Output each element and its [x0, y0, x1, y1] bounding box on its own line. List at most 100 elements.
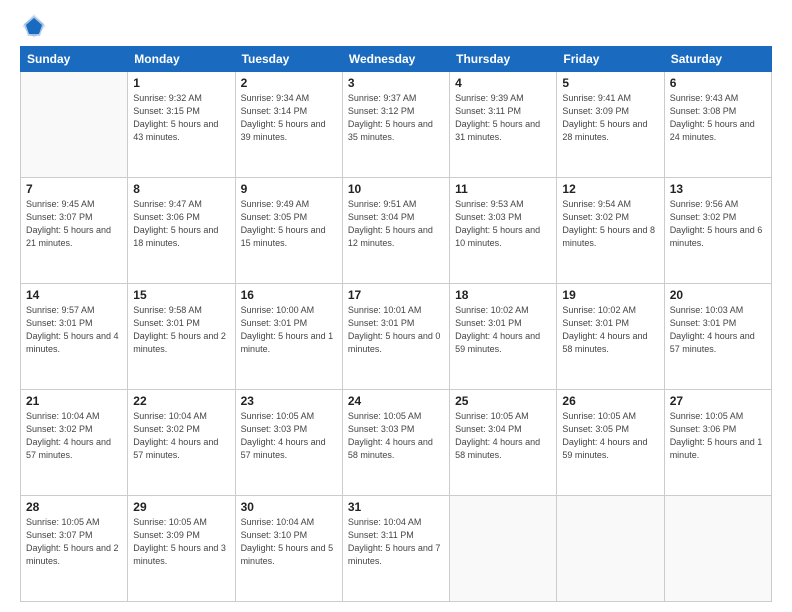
- day-info: Sunrise: 9:39 AM Sunset: 3:11 PM Dayligh…: [455, 92, 551, 144]
- calendar-cell: 13Sunrise: 9:56 AM Sunset: 3:02 PM Dayli…: [664, 178, 771, 284]
- day-info: Sunrise: 10:03 AM Sunset: 3:01 PM Daylig…: [670, 304, 766, 356]
- day-info: Sunrise: 9:49 AM Sunset: 3:05 PM Dayligh…: [241, 198, 337, 250]
- day-info: Sunrise: 10:00 AM Sunset: 3:01 PM Daylig…: [241, 304, 337, 356]
- calendar-cell: 22 Sunrise: 10:04 AM Sunset: 3:02 PM Dayl…: [128, 390, 235, 496]
- day-info: Sunrise: 10:05 AM Sunset: 3:04 PM Daylig…: [455, 410, 551, 462]
- calendar-cell: 5 Sunrise: 9:41 AM Sunset: 3:09 PM Daylig…: [557, 72, 664, 178]
- calendar-cell: 1Sunrise: 9:32 AM Sunset: 3:15 PM Daylig…: [128, 72, 235, 178]
- day-number: 28: [26, 500, 122, 514]
- day-info: Sunrise: 10:05 AM Sunset: 3:06 PM Daylig…: [670, 410, 766, 462]
- day-number: 5: [562, 76, 658, 90]
- logo-icon: [20, 12, 48, 40]
- day-number: 1: [133, 76, 229, 90]
- day-info: Sunrise: 10:05 AM Sunset: 3:05 PM Daylig…: [562, 410, 658, 462]
- logo: [20, 16, 50, 40]
- day-number: 22: [133, 394, 229, 408]
- day-info: Sunrise: 10:05 AM Sunset: 3:03 PM Daylig…: [348, 410, 444, 462]
- day-number: 16: [241, 288, 337, 302]
- calendar-cell: 3Sunrise: 9:37 AM Sunset: 3:12 PM Daylig…: [342, 72, 449, 178]
- day-info: Sunrise: 10:04 AM Sunset: 3:10 PM Daylig…: [241, 516, 337, 568]
- day-info: Sunrise: 9:57 AM Sunset: 3:01 PM Dayligh…: [26, 304, 122, 356]
- calendar-cell: 9 Sunrise: 9:49 AM Sunset: 3:05 PM Daylig…: [235, 178, 342, 284]
- page: SundayMondayTuesdayWednesdayThursdayFrid…: [0, 0, 792, 612]
- day-number: 15: [133, 288, 229, 302]
- day-info: Sunrise: 9:53 AM Sunset: 3:03 PM Dayligh…: [455, 198, 551, 250]
- day-info: Sunrise: 9:54 AM Sunset: 3:02 PM Dayligh…: [562, 198, 658, 250]
- day-number: 26: [562, 394, 658, 408]
- calendar-cell: 25Sunrise: 10:05 AM Sunset: 3:04 PM Dayl…: [450, 390, 557, 496]
- day-number: 27: [670, 394, 766, 408]
- calendar-cell: 17 Sunrise: 10:01 AM Sunset: 3:01 PM Dayl…: [342, 284, 449, 390]
- calendar-cell: 27 Sunrise: 10:05 AM Sunset: 3:06 PM Dayl…: [664, 390, 771, 496]
- day-number: 11: [455, 182, 551, 196]
- weekday-header-tuesday: Tuesday: [235, 47, 342, 72]
- day-info: Sunrise: 9:41 AM Sunset: 3:09 PM Dayligh…: [562, 92, 658, 144]
- weekday-header-saturday: Saturday: [664, 47, 771, 72]
- day-info: Sunrise: 9:45 AM Sunset: 3:07 PM Dayligh…: [26, 198, 122, 250]
- day-number: 6: [670, 76, 766, 90]
- calendar-cell: 2 Sunrise: 9:34 AM Sunset: 3:14 PM Daylig…: [235, 72, 342, 178]
- day-number: 14: [26, 288, 122, 302]
- day-info: Sunrise: 9:37 AM Sunset: 3:12 PM Dayligh…: [348, 92, 444, 144]
- day-info: Sunrise: 10:02 AM Sunset: 3:01 PM Daylig…: [562, 304, 658, 356]
- day-number: 29: [133, 500, 229, 514]
- calendar-cell: [557, 496, 664, 602]
- day-info: Sunrise: 9:51 AM Sunset: 3:04 PM Dayligh…: [348, 198, 444, 250]
- calendar: SundayMondayTuesdayWednesdayThursdayFrid…: [20, 46, 772, 602]
- calendar-cell: 23 Sunrise: 10:05 AM Sunset: 3:03 PM Dayl…: [235, 390, 342, 496]
- week-row-4: 28 Sunrise: 10:05 AM Sunset: 3:07 PM Dayl…: [21, 496, 772, 602]
- calendar-cell: 20 Sunrise: 10:03 AM Sunset: 3:01 PM Dayl…: [664, 284, 771, 390]
- calendar-cell: [664, 496, 771, 602]
- calendar-cell: 18 Sunrise: 10:02 AM Sunset: 3:01 PM Dayl…: [450, 284, 557, 390]
- day-number: 17: [348, 288, 444, 302]
- day-number: 9: [241, 182, 337, 196]
- calendar-cell: 7 Sunrise: 9:45 AM Sunset: 3:07 PM Daylig…: [21, 178, 128, 284]
- calendar-cell: 14 Sunrise: 9:57 AM Sunset: 3:01 PM Dayli…: [21, 284, 128, 390]
- calendar-cell: 8 Sunrise: 9:47 AM Sunset: 3:06 PM Daylig…: [128, 178, 235, 284]
- day-number: 30: [241, 500, 337, 514]
- day-number: 31: [348, 500, 444, 514]
- calendar-cell: 16 Sunrise: 10:00 AM Sunset: 3:01 PM Dayl…: [235, 284, 342, 390]
- calendar-cell: 6 Sunrise: 9:43 AM Sunset: 3:08 PM Daylig…: [664, 72, 771, 178]
- day-number: 4: [455, 76, 551, 90]
- day-number: 24: [348, 394, 444, 408]
- calendar-cell: 4 Sunrise: 9:39 AM Sunset: 3:11 PM Daylig…: [450, 72, 557, 178]
- day-number: 8: [133, 182, 229, 196]
- day-info: Sunrise: 10:02 AM Sunset: 3:01 PM Daylig…: [455, 304, 551, 356]
- weekday-header-friday: Friday: [557, 47, 664, 72]
- day-number: 7: [26, 182, 122, 196]
- day-info: Sunrise: 10:01 AM Sunset: 3:01 PM Daylig…: [348, 304, 444, 356]
- day-info: Sunrise: 10:05 AM Sunset: 3:07 PM Daylig…: [26, 516, 122, 568]
- calendar-cell: 30 Sunrise: 10:04 AM Sunset: 3:10 PM Dayl…: [235, 496, 342, 602]
- day-number: 21: [26, 394, 122, 408]
- day-info: Sunrise: 10:05 AM Sunset: 3:03 PM Daylig…: [241, 410, 337, 462]
- calendar-cell: 21Sunrise: 10:04 AM Sunset: 3:02 PM Dayl…: [21, 390, 128, 496]
- day-number: 12: [562, 182, 658, 196]
- calendar-cell: [450, 496, 557, 602]
- header: [20, 16, 772, 40]
- calendar-cell: 26 Sunrise: 10:05 AM Sunset: 3:05 PM Dayl…: [557, 390, 664, 496]
- week-row-3: 21 Sunrise: 10:04 AM Sunset: 3:02 PM Dayl…: [21, 390, 772, 496]
- calendar-cell: 28 Sunrise: 10:05 AM Sunset: 3:07 PM Dayl…: [21, 496, 128, 602]
- day-info: Sunrise: 9:34 AM Sunset: 3:14 PM Dayligh…: [241, 92, 337, 144]
- day-info: Sunrise: 9:56 AM Sunset: 3:02 PM Dayligh…: [670, 198, 766, 250]
- day-info: Sunrise: 10:04 AM Sunset: 3:02 PM Daylig…: [133, 410, 229, 462]
- day-info: Sunrise: 10:04 AM Sunset: 3:11 PM Daylig…: [348, 516, 444, 568]
- weekday-header-thursday: Thursday: [450, 47, 557, 72]
- calendar-cell: 12 Sunrise: 9:54 AM Sunset: 3:02 PM Dayli…: [557, 178, 664, 284]
- day-info: Sunrise: 9:43 AM Sunset: 3:08 PM Dayligh…: [670, 92, 766, 144]
- day-info: Sunrise: 9:58 AM Sunset: 3:01 PM Dayligh…: [133, 304, 229, 356]
- day-info: Sunrise: 9:47 AM Sunset: 3:06 PM Dayligh…: [133, 198, 229, 250]
- week-row-2: 14 Sunrise: 9:57 AM Sunset: 3:01 PM Dayli…: [21, 284, 772, 390]
- day-number: 2: [241, 76, 337, 90]
- week-row-0: 1Sunrise: 9:32 AM Sunset: 3:15 PM Daylig…: [21, 72, 772, 178]
- day-info: Sunrise: 10:05 AM Sunset: 3:09 PM Daylig…: [133, 516, 229, 568]
- calendar-cell: 31 Sunrise: 10:04 AM Sunset: 3:11 PM Dayl…: [342, 496, 449, 602]
- calendar-cell: 19Sunrise: 10:02 AM Sunset: 3:01 PM Dayl…: [557, 284, 664, 390]
- day-number: 23: [241, 394, 337, 408]
- calendar-cell: 29 Sunrise: 10:05 AM Sunset: 3:09 PM Dayl…: [128, 496, 235, 602]
- calendar-cell: 10Sunrise: 9:51 AM Sunset: 3:04 PM Dayli…: [342, 178, 449, 284]
- day-number: 20: [670, 288, 766, 302]
- calendar-cell: [21, 72, 128, 178]
- day-number: 18: [455, 288, 551, 302]
